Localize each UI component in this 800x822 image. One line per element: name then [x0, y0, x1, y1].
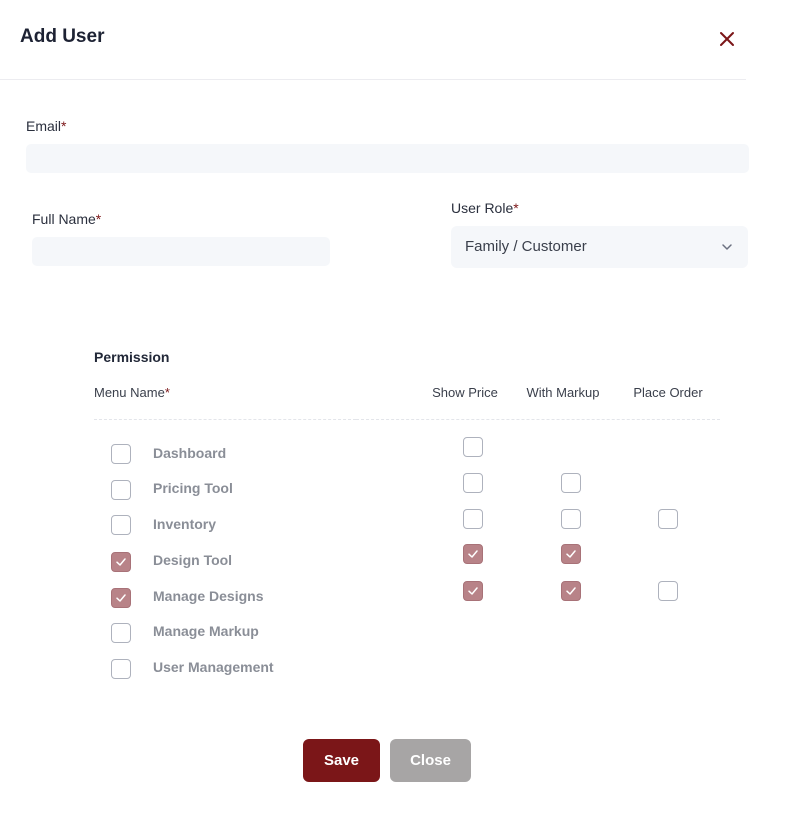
permission-title: Permission [94, 349, 170, 365]
place-order-checkbox-inventory[interactable] [658, 509, 678, 529]
with-markup-header: With Markup [526, 385, 600, 400]
menu-label-inventory: Inventory [153, 516, 217, 532]
menu-checkbox-dashboard[interactable] [111, 444, 131, 464]
modal-header: Add User [0, 0, 746, 80]
full-name-label-text: Full Name [32, 211, 96, 227]
show-price-checkbox-inventory[interactable] [463, 509, 483, 529]
save-button[interactable]: Save [303, 739, 380, 782]
show-price-checkbox-pricing-tool[interactable] [463, 473, 483, 493]
divider [94, 419, 356, 420]
modal-title: Add User [20, 26, 105, 47]
menu-checkbox-design-tool[interactable] [111, 552, 131, 572]
required-mark: * [513, 200, 519, 216]
menu-checkbox-inventory[interactable] [111, 515, 131, 535]
menu-label-pricing-tool: Pricing Tool [153, 480, 233, 496]
menu-checkbox-manage-designs[interactable] [111, 588, 131, 608]
with-markup-checkbox-inventory[interactable] [561, 509, 581, 529]
place-order-header: Place Order [633, 385, 703, 400]
divider [356, 419, 720, 420]
place-order-checkbox-manage-designs[interactable] [658, 581, 678, 601]
with-markup-checkbox-design-tool[interactable] [561, 544, 581, 564]
email-label: Email* [26, 118, 66, 134]
menu-name-header: Menu Name* [94, 385, 170, 400]
menu-name-header-text: Menu Name [94, 385, 165, 400]
required-mark: * [164, 385, 170, 400]
menu-label-dashboard: Dashboard [153, 445, 227, 461]
menu-label-manage-markup: Manage Markup [153, 623, 259, 639]
menu-checkbox-user-management[interactable] [111, 659, 131, 679]
close-icon[interactable] [715, 27, 739, 51]
email-input[interactable] [26, 144, 749, 173]
email-label-text: Email [26, 118, 62, 134]
full-name-input[interactable] [32, 237, 330, 266]
with-markup-checkbox-manage-designs[interactable] [561, 581, 581, 601]
show-price-checkbox-dashboard[interactable] [463, 437, 483, 457]
with-markup-checkbox-pricing-tool[interactable] [561, 473, 581, 493]
user-role-select[interactable]: Family / Customer [451, 226, 748, 268]
menu-checkbox-pricing-tool[interactable] [111, 480, 131, 500]
show-price-checkbox-design-tool[interactable] [463, 544, 483, 564]
menu-label-user-management: User Management [153, 659, 274, 675]
menu-label-design-tool: Design Tool [153, 552, 233, 568]
close-button[interactable]: Close [390, 739, 471, 782]
user-role-label: User Role* [451, 200, 519, 216]
full-name-label: Full Name* [32, 211, 101, 227]
menu-label-manage-designs: Manage Designs [153, 588, 264, 604]
required-mark: * [61, 118, 67, 134]
show-price-checkbox-manage-designs[interactable] [463, 581, 483, 601]
user-role-label-text: User Role [451, 200, 514, 216]
user-role-value: Family / Customer [465, 238, 587, 255]
menu-checkbox-manage-markup[interactable] [111, 623, 131, 643]
required-mark: * [95, 211, 102, 227]
add-user-modal: Add User Email* Full Name* User Role* Fa… [0, 0, 800, 822]
show-price-header: Show Price [432, 385, 498, 400]
chevron-down-icon [720, 240, 734, 254]
